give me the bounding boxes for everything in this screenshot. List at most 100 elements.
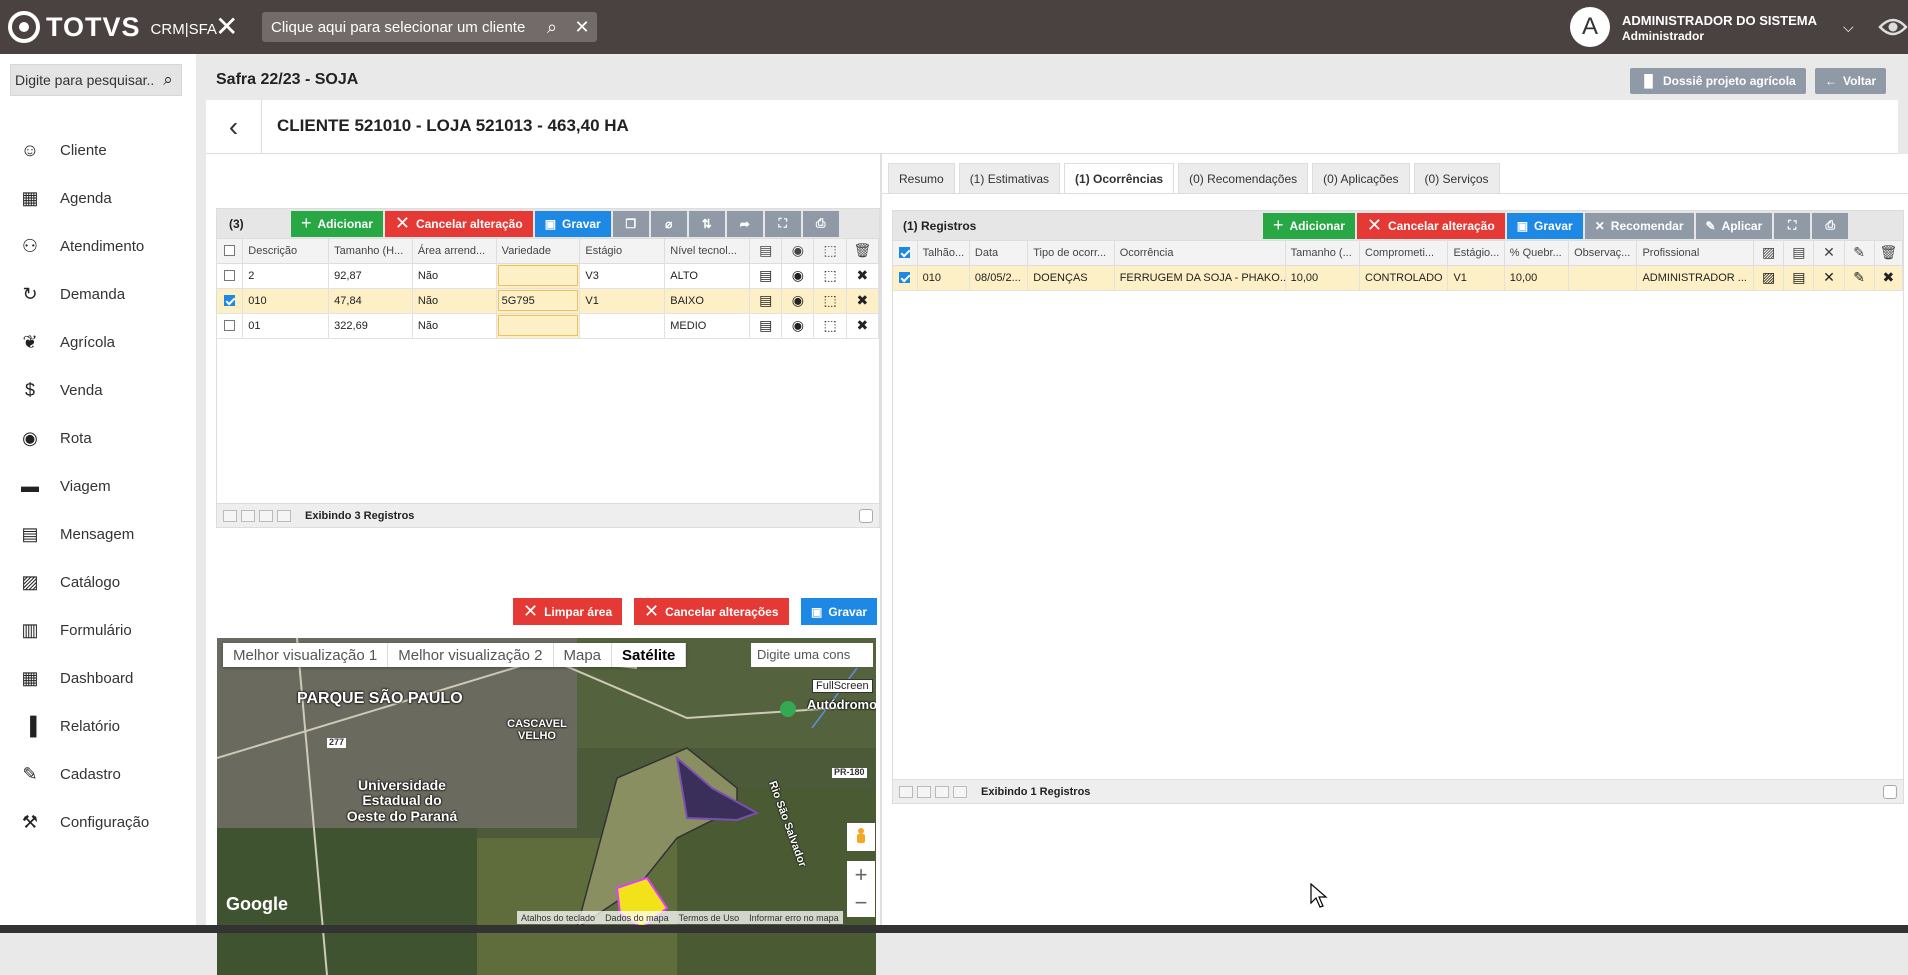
sidebar-item-cadastro[interactable]: ✎ Cadastro — [0, 750, 196, 798]
cell-nivel[interactable]: BAIXO — [664, 288, 751, 314]
clear-icon[interactable]: ✕ — [567, 17, 597, 38]
cell-estagio[interactable]: V3 — [579, 263, 666, 289]
map-icon[interactable]: ▤ — [1783, 265, 1815, 291]
map-icon[interactable]: ▤ — [749, 288, 783, 314]
sidebar-item-configuracao[interactable]: ⚒ Configuração — [0, 798, 196, 846]
add-button[interactable]: + Adicionar — [1263, 212, 1355, 239]
sidebar-item-agenda[interactable]: ▦ Agenda — [0, 174, 196, 222]
sidebar-item-formulario[interactable]: ▥ Formulário — [0, 606, 196, 654]
cancel-button[interactable]: ✕ Cancelar alteração — [384, 210, 533, 237]
cell-estagio[interactable]: V1 — [579, 288, 666, 314]
column-header[interactable]: Estágio... — [1447, 241, 1505, 266]
cell-quebra[interactable]: 10,00 — [1504, 265, 1570, 291]
location-pin-icon[interactable]: ◉ — [781, 313, 815, 339]
cell-descricao[interactable]: 2 — [242, 263, 330, 289]
map-icon[interactable]: ▤ — [749, 263, 783, 289]
export-csv-icon[interactable]: ⎙ — [802, 210, 839, 237]
column-header[interactable]: Tamanho (H... — [328, 239, 413, 264]
fullscreen-icon[interactable]: ⛶ — [764, 210, 801, 237]
map-search-input[interactable]: Digite uma cons — [751, 643, 873, 667]
save-button[interactable]: ▣ Gravar — [534, 210, 611, 237]
tab-estimativas[interactable]: (1) Estimativas — [958, 163, 1061, 193]
cell-comprometimento[interactable]: CONTROLADO — [1359, 265, 1449, 291]
table-row[interactable]: 010 08/05/2... DOENÇAS FERRUGEM DA SOJA - P… — [893, 265, 1904, 291]
location-pin-icon[interactable]: ◉ — [781, 288, 815, 314]
tab-recomendacoes[interactable]: (0) Recomendações — [1178, 163, 1309, 193]
share-icon[interactable]: ➦ — [726, 210, 763, 237]
column-header[interactable]: Tipo de ocorr... — [1027, 241, 1115, 266]
cell-nivel[interactable]: ALTO — [664, 263, 751, 289]
avatar[interactable]: A — [1570, 7, 1610, 47]
file-add-icon[interactable]: ⬚ — [813, 263, 847, 289]
trash-icon[interactable]: ✖ — [846, 263, 880, 289]
first-page-button[interactable] — [899, 785, 913, 798]
column-header[interactable]: Comprometi... — [1359, 241, 1449, 266]
zoom-out-icon[interactable]: − — [847, 889, 875, 917]
column-header[interactable]: Ocorrência — [1114, 241, 1286, 266]
add-button[interactable]: + Adicionar — [291, 210, 383, 237]
fullscreen-icon[interactable]: ⛶ — [1774, 212, 1811, 239]
column-header[interactable]: Observaç... — [1568, 241, 1638, 266]
sidebar-item-viagem[interactable]: ▬ Viagem — [0, 462, 196, 510]
last-page-button[interactable] — [277, 509, 291, 522]
dossie-button[interactable]: ▐▌ Dossiê projeto agrícola — [1630, 68, 1806, 94]
row-checkbox[interactable] — [217, 313, 244, 339]
save-button[interactable]: ▣ Gravar — [1506, 212, 1583, 239]
search-icon[interactable]: ⌕ — [537, 17, 567, 38]
cell-variedade[interactable]: 5G795 — [496, 288, 581, 314]
column-header[interactable]: Nível tecnol... — [664, 239, 751, 264]
cell-descricao[interactable]: 01 — [242, 313, 330, 339]
map-save-button[interactable]: ▣ Gravar — [801, 598, 878, 625]
sidebar-item-rota[interactable]: ◉ Rota — [0, 414, 196, 462]
map-off-icon[interactable]: ⌀ — [650, 210, 687, 237]
trash-icon[interactable]: ✖ — [846, 313, 880, 339]
close-menu-icon[interactable]: ✕ — [215, 13, 238, 41]
tab-satelite[interactable]: Satélite — [612, 643, 687, 667]
cell-area[interactable]: Não — [412, 288, 497, 314]
cell-tamanho[interactable]: 47,84 — [328, 288, 413, 314]
file-add-icon[interactable]: ⬚ — [813, 313, 847, 339]
pill-icon[interactable]: ✕ — [1813, 265, 1845, 291]
chevron-down-icon[interactable]: ⌵ — [1843, 19, 1854, 36]
select-all-checkbox[interactable] — [893, 241, 918, 266]
clear-area-button[interactable]: ✕ Limpar área — [513, 598, 623, 625]
table-row[interactable]: 01 322,69 Não MEDIO ▤ ◉ ⬚ ✖ — [217, 313, 880, 339]
sidebar-item-agricola[interactable]: ❦ Agrícola — [0, 318, 196, 366]
cell-observacao[interactable] — [1568, 265, 1638, 291]
row-checkbox[interactable] — [893, 265, 918, 291]
voltar-button[interactable]: ← Voltar — [1815, 68, 1887, 94]
tab-melhor-2[interactable]: Melhor visualização 2 — [388, 643, 554, 667]
first-page-button[interactable] — [223, 509, 237, 522]
sort-icon[interactable]: ⇅ — [688, 210, 725, 237]
user-menu[interactable]: A ADMINISTRADOR DO SISTEMA Administrador… — [1570, 7, 1854, 47]
cell-tamanho[interactable]: 322,69 — [328, 313, 413, 339]
sidebar-item-atendimento[interactable]: ⚇ Atendimento — [0, 222, 196, 270]
trash-icon[interactable]: ✖ — [1874, 265, 1904, 291]
tab-ocorrencias[interactable]: (1) Ocorrências — [1064, 163, 1175, 193]
cell-tipo[interactable]: DOENÇAS — [1027, 265, 1115, 291]
map-icon[interactable]: ▤ — [749, 313, 783, 339]
row-checkbox[interactable] — [217, 288, 244, 314]
cell-estagio[interactable] — [579, 313, 666, 339]
zoom-control[interactable]: + − — [847, 861, 875, 917]
file-add-icon[interactable]: ⬚ — [813, 288, 847, 314]
sidebar-item-relatorio[interactable]: ▐ Relatório — [0, 702, 196, 750]
cell-area[interactable]: Não — [412, 263, 497, 289]
tab-resumo[interactable]: Resumo — [888, 163, 955, 193]
sidebar-item-catalogo[interactable]: ▨ Catálogo — [0, 558, 196, 606]
prev-page-button[interactable] — [917, 785, 931, 798]
cell-profissional[interactable]: ADMINISTRADOR ... — [1636, 265, 1755, 291]
cell-descricao[interactable]: 010 — [242, 288, 330, 314]
column-header[interactable]: % Quebr... — [1504, 241, 1570, 266]
attrib-data[interactable]: Dados do mapa — [605, 913, 669, 923]
back-icon[interactable]: ‹ — [206, 100, 262, 154]
trash-icon[interactable]: ✖ — [846, 288, 880, 314]
export-csv-icon[interactable]: ⎙ — [1812, 212, 1849, 239]
prev-page-button[interactable] — [241, 509, 255, 522]
cell-data[interactable]: 08/05/2... — [969, 265, 1029, 291]
tab-aplicacoes[interactable]: (0) Aplicações — [1312, 163, 1410, 193]
column-header[interactable]: Tamanho (... — [1285, 241, 1361, 266]
lightbulb-icon[interactable] — [859, 509, 873, 523]
tab-mapa[interactable]: Mapa — [554, 643, 613, 667]
column-header[interactable]: Talhão... — [917, 241, 970, 266]
